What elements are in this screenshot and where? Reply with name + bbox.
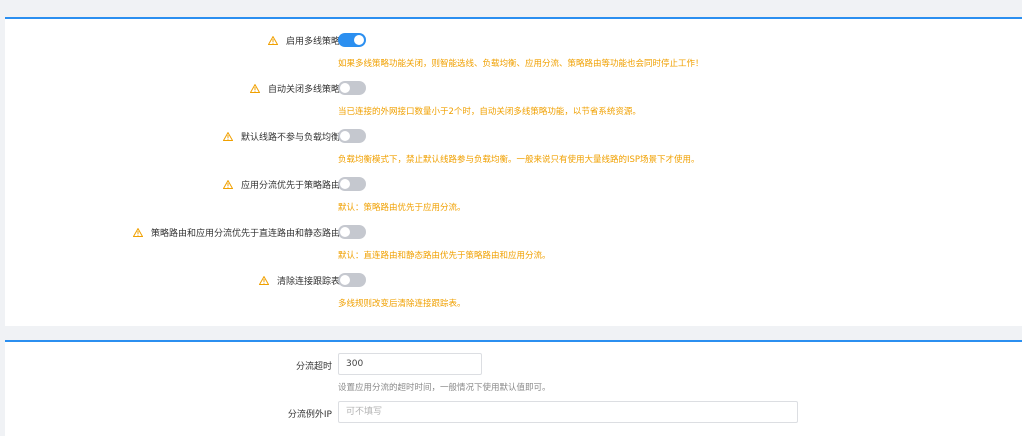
toggle-knob: [340, 227, 350, 237]
warning-icon: [132, 228, 143, 237]
toggle-knob: [340, 275, 350, 285]
timeout-label: 分流超时: [295, 362, 332, 372]
policy-label: 策略路由和应用分流优先于直连路由和静态路由: [150, 229, 340, 239]
warning-icon: [249, 84, 260, 93]
policy-row: 自动关闭多线策略 当已连接的外网接口数量小于2个时，自动关闭多线策略功能，以节省…: [5, 67, 1022, 117]
toggle-switch[interactable]: [338, 33, 366, 47]
policy-row: 清除连接跟踪表 多线规则改变后清除连接跟踪表。: [5, 259, 1022, 309]
policy-row: 启用多线策略 如果多线策略功能关闭，则智能选线、负载均衡、应用分流、策略路由等功…: [5, 19, 1022, 69]
toggle-switch[interactable]: [338, 273, 366, 287]
policy-label: 启用多线策略: [285, 37, 340, 47]
policy-hint: 多线规则改变后清除连接跟踪表。: [338, 299, 466, 309]
policy-panel: 启用多线策略 如果多线策略功能关闭，则智能选线、负载均衡、应用分流、策略路由等功…: [5, 17, 1022, 326]
toggle-switch[interactable]: [338, 177, 366, 191]
toggle-knob: [340, 179, 350, 189]
toggle-switch[interactable]: [338, 81, 366, 95]
toggle-switch[interactable]: [338, 225, 366, 239]
toggle-knob: [340, 131, 350, 141]
warning-icon: [222, 180, 233, 189]
routing-settings-panel: 分流超时 设置应用分流的超时时间，一般情况下使用默认值即可。 分流例外IP: [5, 340, 1022, 436]
policy-label: 清除连接跟踪表: [276, 277, 340, 287]
policy-row: 应用分流优先于策略路由 默认：策略路由优先于应用分流。: [5, 163, 1022, 213]
exception-ip-label: 分流例外IP: [287, 410, 332, 420]
warning-icon: [267, 36, 278, 45]
toggle-switch[interactable]: [338, 129, 366, 143]
policy-label: 自动关闭多线策略: [267, 85, 340, 95]
warning-icon: [258, 276, 269, 285]
timeout-input[interactable]: [338, 353, 482, 375]
toggle-knob: [340, 83, 350, 93]
toggle-knob: [354, 35, 364, 45]
policy-label: 默认线路不参与负载均衡: [240, 133, 340, 143]
policy-row: 默认线路不参与负载均衡 负载均衡模式下，禁止默认线路参与负载均衡。一般来说只有使…: [5, 115, 1022, 165]
exception-ip-input[interactable]: [338, 401, 798, 423]
warning-icon: [222, 132, 233, 141]
policy-label: 应用分流优先于策略路由: [240, 181, 340, 191]
policy-row: 策略路由和应用分流优先于直连路由和静态路由 默认：直连路由和静态路由优先于策略路…: [5, 211, 1022, 261]
timeout-hint: 设置应用分流的超时时间，一般情况下使用默认值即可。: [338, 383, 551, 393]
